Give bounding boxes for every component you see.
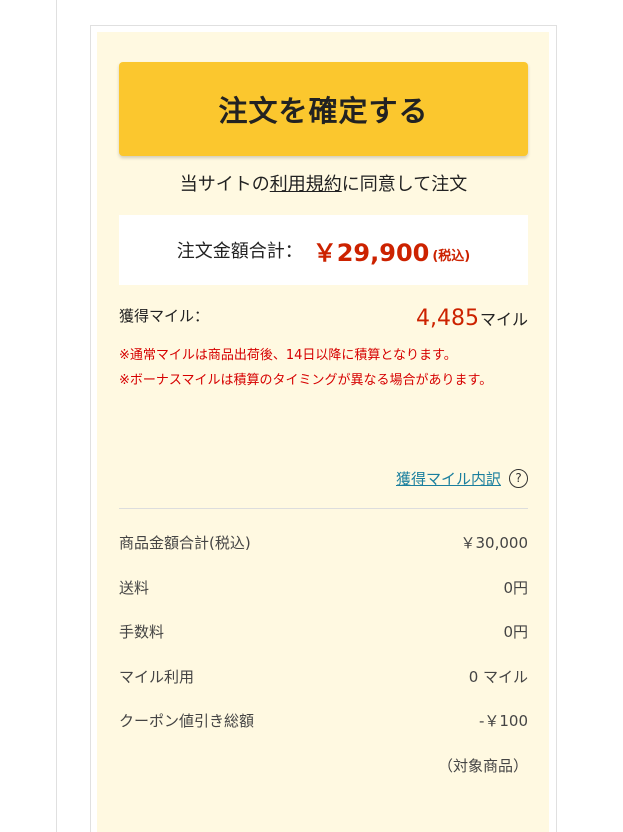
agreement-suffix: に同意して注文	[341, 174, 468, 195]
earned-miles-unit: マイル	[479, 310, 528, 329]
miles-used-label: マイル利用	[119, 667, 195, 686]
shipping-value: 0円	[503, 578, 528, 597]
coupon-discount-label: クーポン値引き総額	[119, 711, 255, 730]
confirm-order-button[interactable]: 注文を確定する	[119, 62, 528, 156]
coupon-target-note: （対象商品）	[437, 757, 528, 775]
order-total-value: ￥29,900	[312, 238, 430, 267]
order-total-tax-note: (税込)	[432, 248, 471, 264]
miles-notice: ※通常マイルは商品出荷後、14日以降に積算となります。 ※ボーナスマイルは積算の…	[119, 343, 528, 393]
left-content-panel	[0, 0, 57, 832]
miles-breakdown: 獲得マイル内訳 ?	[396, 468, 528, 489]
earned-miles: 4,485 マイル	[416, 306, 528, 331]
order-total-label: 注文金額合計：	[176, 241, 303, 262]
terms-of-use-link[interactable]: 利用規約	[270, 174, 342, 195]
miles-notice-2: ※ボーナスマイルは積算のタイミングが異なる場合があります。	[119, 373, 493, 388]
miles-notice-1: ※通常マイルは商品出荷後、14日以降に積算となります。	[119, 348, 457, 363]
subtotal-row: 商品金額合計(税込) ￥30,000	[119, 530, 528, 554]
coupon-discount-value: -￥100	[478, 711, 528, 730]
divider	[119, 508, 528, 509]
help-icon[interactable]: ?	[509, 469, 528, 488]
coupon-discount-row: クーポン値引き総額 -￥100	[119, 708, 528, 732]
earned-miles-label: 獲得マイル：	[119, 307, 210, 325]
earned-miles-value: 4,485	[416, 306, 479, 331]
miles-used-row: マイル利用 0 マイル	[119, 664, 528, 688]
shipping-label: 送料	[119, 578, 150, 597]
fee-value: 0円	[503, 622, 528, 641]
miles-breakdown-link[interactable]: 獲得マイル内訳	[396, 468, 501, 489]
subtotal-label: 商品金額合計(税込)	[119, 533, 251, 552]
fee-label: 手数料	[119, 622, 165, 641]
subtotal-value: ￥30,000	[460, 533, 529, 552]
terms-agreement: 当サイトの利用規約に同意して注文	[119, 170, 528, 196]
fee-row: 手数料 0円	[119, 619, 528, 643]
miles-used-value: 0 マイル	[468, 667, 528, 686]
order-total-box: 注文金額合計： ￥29,900 (税込)	[119, 215, 528, 285]
shipping-row: 送料 0円	[119, 575, 528, 599]
agreement-prefix: 当サイトの	[179, 174, 270, 195]
